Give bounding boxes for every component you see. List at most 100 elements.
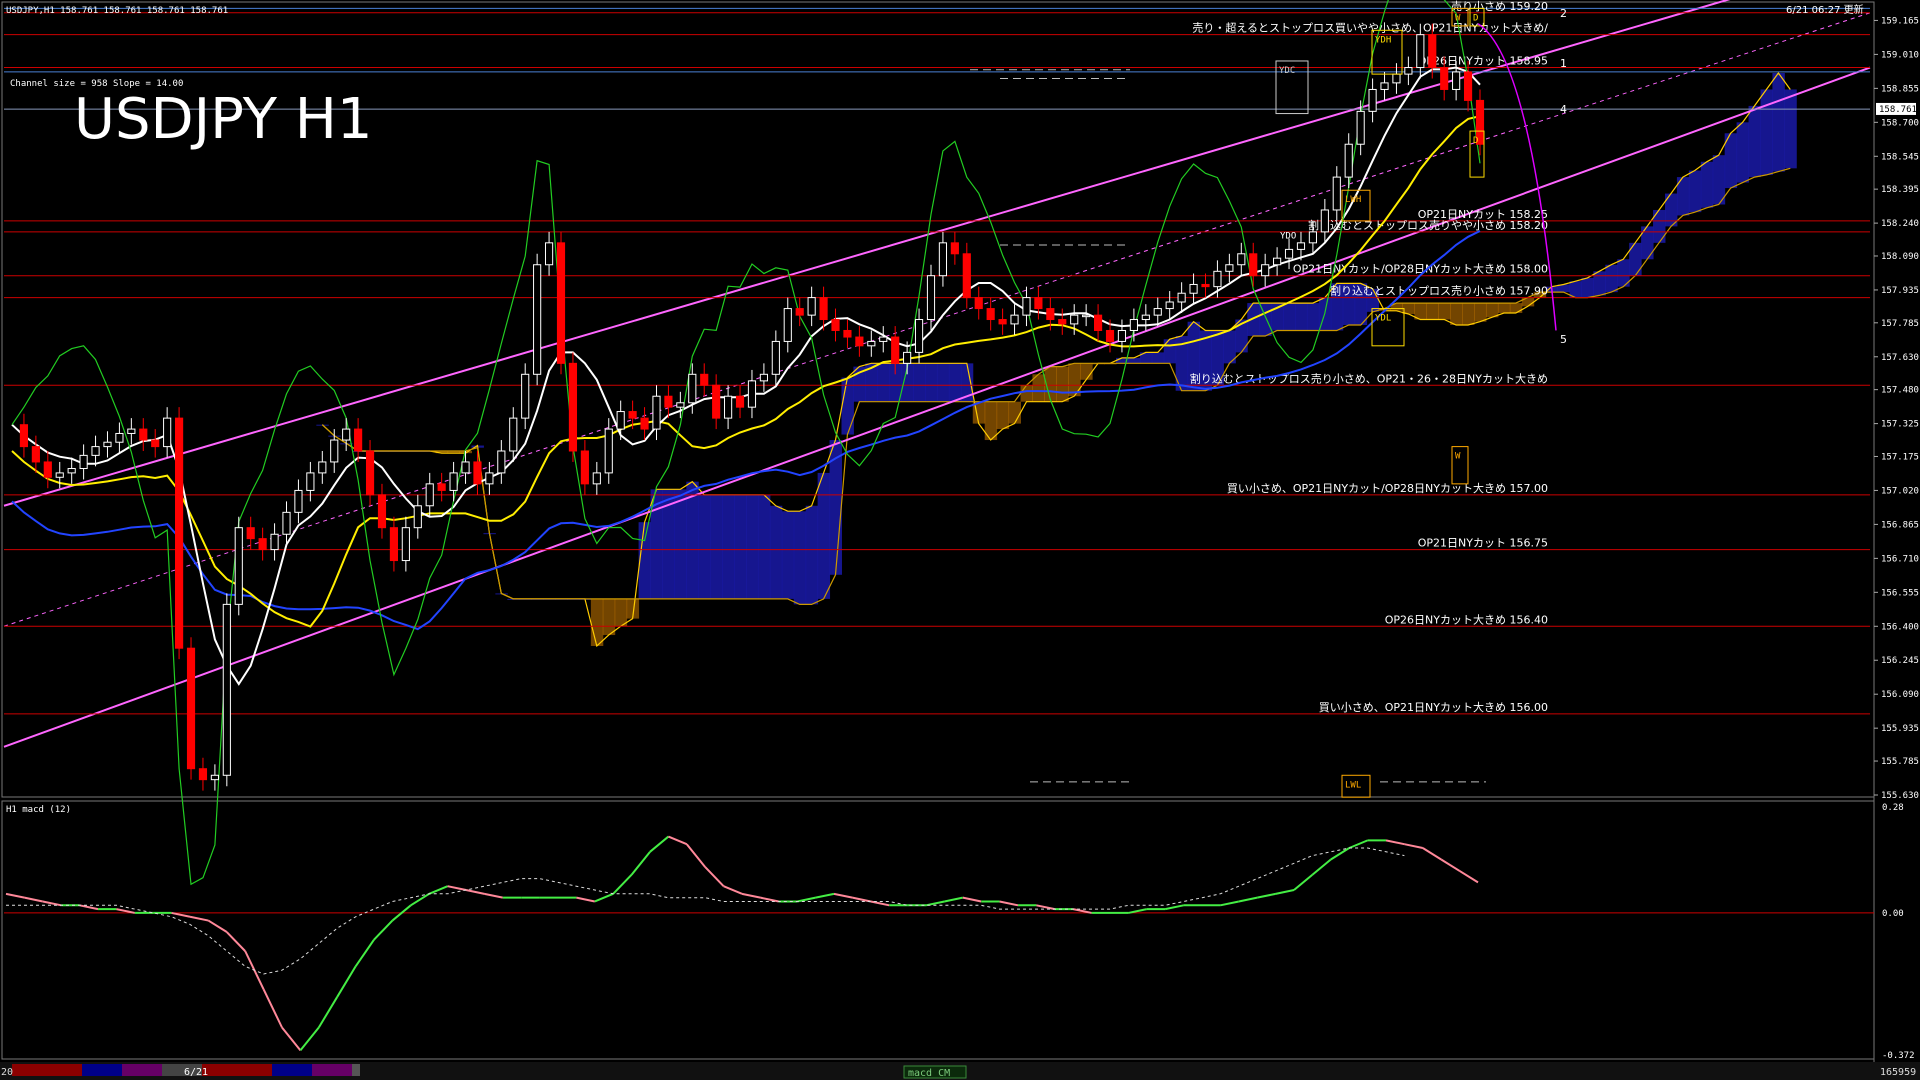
candle-up [759,373,768,382]
cloud-segment [996,401,1010,430]
candle-up [1332,176,1341,211]
macd-title: H1 macd (12) [6,805,71,815]
price-tick-label: 156.865 [1881,520,1919,530]
candle-up [1177,292,1186,303]
cloud-segment [805,505,819,605]
cloud-segment [1760,89,1773,175]
candle-up [938,242,948,277]
candle-up [67,468,76,474]
cloud-segment [746,494,759,599]
candle-up [163,417,172,448]
ydc-box-label: YDC [1279,66,1295,76]
candle-up [282,511,291,535]
ydh-box-label: YDH [1375,35,1391,45]
cloud-segment [1008,401,1022,424]
candle-up [1213,270,1222,288]
cloud-segment [1438,303,1451,320]
macd-tab[interactable]: macd CM [908,1068,950,1079]
candle-down [664,395,673,408]
cloud-segment [1426,303,1439,320]
cloud-segment [1605,264,1618,293]
candle-up [401,527,410,562]
candle-up [91,446,100,456]
candle-up [55,472,64,478]
candle-down [986,308,995,321]
price-tick-label: 159.165 [1881,16,1919,26]
candle-up [1225,264,1234,272]
candle-up [747,380,757,408]
cloud-segment [1688,170,1702,213]
candle-down [473,461,482,485]
candle-down [556,242,566,364]
candle-down [1094,314,1103,331]
candle-up [1261,264,1270,277]
wave-label: 4 [1560,103,1567,116]
price-tick-label: 158.855 [1881,84,1919,94]
candle-down [855,336,864,347]
candle-up [879,336,888,342]
cloud-segment [1020,385,1033,402]
candle-down [1428,34,1437,69]
candle-up [1380,82,1389,90]
cloud-segment [936,363,950,402]
price-tick-label: 157.020 [1881,486,1919,496]
candle-down [795,308,804,316]
daily-box-label: D [1473,136,1478,146]
candle-up [652,395,661,430]
ydo-label: YDO [1280,231,1296,241]
cloud-segment [1080,363,1093,380]
candle-up [604,428,613,474]
candle-down [700,373,709,386]
candle-up [79,454,88,470]
candle-down [151,439,160,448]
cloud-segment [1509,303,1523,313]
price-tick-label: 155.935 [1881,724,1919,734]
cloud-segment [1295,303,1308,331]
level-label: 割り込むとストップロス売り小さめ 157.90 [1330,284,1548,298]
candle-up [115,432,124,443]
cloud-segment [877,363,890,402]
wave-label: 2 [1560,7,1567,20]
bottom-date-label: 6/21 [184,1067,208,1078]
candle-down [365,450,375,496]
candle-down [1201,283,1210,288]
candle-up [616,411,625,430]
candle-up [1189,283,1198,294]
candle-down [580,450,589,485]
bottom-left-label: 20 [1,1067,13,1078]
bottom-right-label: 165959 [1880,1067,1916,1078]
cloud-segment [793,511,807,605]
cloud-segment [1497,303,1511,313]
candle-down [568,362,578,452]
cloud-segment [686,481,699,599]
candle-up [676,402,685,408]
candle-down [712,384,721,419]
candle-up [461,461,470,474]
candle-up [485,472,494,485]
price-tick-label: 156.555 [1881,588,1919,598]
candle-up [127,428,136,434]
candle-down [175,417,184,649]
candle-down [246,527,255,540]
candle-up [222,603,231,776]
price-tick-label: 158.090 [1881,252,1919,262]
cloud-segment [1700,161,1714,208]
candle-up [509,417,518,452]
cloud-segment [602,598,616,636]
price-tick-label: 157.325 [1881,420,1919,430]
candle-down [186,647,196,770]
cloud-segment [1056,366,1069,402]
price-tick-label: 156.245 [1881,656,1919,666]
cloud-segment [781,511,795,599]
candle-down [1463,71,1473,101]
cloud-segment [769,505,783,599]
candle-down [1034,297,1043,310]
candle-up [1070,314,1079,325]
cloud-segment [925,363,938,402]
candle-down [891,336,900,364]
candle-down [950,242,959,255]
ydl-box-label: YDL [1375,314,1391,324]
candle-up [521,373,530,419]
candle-down [354,428,363,452]
candle-up [1273,257,1282,266]
